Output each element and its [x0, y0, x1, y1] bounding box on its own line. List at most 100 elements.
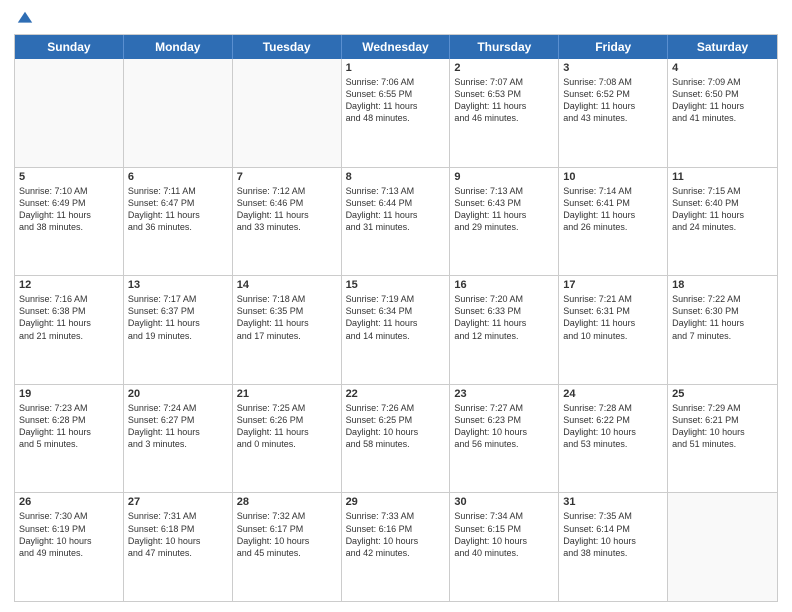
day-info: Sunrise: 7:22 AM Sunset: 6:30 PM Dayligh… — [672, 293, 773, 342]
day-info: Sunrise: 7:26 AM Sunset: 6:25 PM Dayligh… — [346, 402, 446, 451]
day-info: Sunrise: 7:33 AM Sunset: 6:16 PM Dayligh… — [346, 510, 446, 559]
day-number: 14 — [237, 279, 337, 291]
day-info: Sunrise: 7:14 AM Sunset: 6:41 PM Dayligh… — [563, 185, 663, 234]
weekday-header-thursday: Thursday — [450, 35, 559, 59]
day-info: Sunrise: 7:15 AM Sunset: 6:40 PM Dayligh… — [672, 185, 773, 234]
day-number: 2 — [454, 62, 554, 74]
day-number: 18 — [672, 279, 773, 291]
calendar-row-2: 12 Sunrise: 7:16 AM Sunset: 6:38 PM Dayli… — [15, 275, 777, 384]
day-number: 26 — [19, 496, 119, 508]
calendar-cell: 24 Sunrise: 7:28 AM Sunset: 6:22 PM Dayli… — [559, 385, 668, 493]
day-info: Sunrise: 7:09 AM Sunset: 6:50 PM Dayligh… — [672, 76, 773, 125]
calendar-cell: 30 Sunrise: 7:34 AM Sunset: 6:15 PM Dayli… — [450, 493, 559, 601]
day-info: Sunrise: 7:06 AM Sunset: 6:55 PM Dayligh… — [346, 76, 446, 125]
weekday-header-saturday: Saturday — [668, 35, 777, 59]
calendar-row-4: 26 Sunrise: 7:30 AM Sunset: 6:19 PM Dayli… — [15, 492, 777, 601]
day-info: Sunrise: 7:31 AM Sunset: 6:18 PM Dayligh… — [128, 510, 228, 559]
day-number: 10 — [563, 171, 663, 183]
day-info: Sunrise: 7:35 AM Sunset: 6:14 PM Dayligh… — [563, 510, 663, 559]
day-info: Sunrise: 7:13 AM Sunset: 6:43 PM Dayligh… — [454, 185, 554, 234]
calendar-cell — [124, 59, 233, 167]
calendar-cell: 1Sunrise: 7:06 AM Sunset: 6:55 PM Daylig… — [342, 59, 451, 167]
weekday-header-sunday: Sunday — [15, 35, 124, 59]
calendar-cell: 6 Sunrise: 7:11 AM Sunset: 6:47 PM Daylig… — [124, 168, 233, 276]
calendar-cell — [15, 59, 124, 167]
day-info: Sunrise: 7:32 AM Sunset: 6:17 PM Dayligh… — [237, 510, 337, 559]
day-info: Sunrise: 7:13 AM Sunset: 6:44 PM Dayligh… — [346, 185, 446, 234]
calendar-cell: 4 Sunrise: 7:09 AM Sunset: 6:50 PM Daylig… — [668, 59, 777, 167]
calendar-cell: 13 Sunrise: 7:17 AM Sunset: 6:37 PM Dayli… — [124, 276, 233, 384]
calendar-row-3: 19Sunrise: 7:23 AM Sunset: 6:28 PM Dayli… — [15, 384, 777, 493]
day-number: 20 — [128, 388, 228, 400]
day-number: 22 — [346, 388, 446, 400]
weekday-header-monday: Monday — [124, 35, 233, 59]
calendar-cell: 16Sunrise: 7:20 AM Sunset: 6:33 PM Dayli… — [450, 276, 559, 384]
day-number: 13 — [128, 279, 228, 291]
calendar-cell: 15 Sunrise: 7:19 AM Sunset: 6:34 PM Dayli… — [342, 276, 451, 384]
day-number: 25 — [672, 388, 773, 400]
calendar: SundayMondayTuesdayWednesdayThursdayFrid… — [14, 34, 778, 602]
day-number: 21 — [237, 388, 337, 400]
calendar-header: SundayMondayTuesdayWednesdayThursdayFrid… — [15, 35, 777, 59]
day-number: 3 — [563, 62, 663, 74]
day-info: Sunrise: 7:11 AM Sunset: 6:47 PM Dayligh… — [128, 185, 228, 234]
day-number: 8 — [346, 171, 446, 183]
day-number: 30 — [454, 496, 554, 508]
calendar-cell: 22 Sunrise: 7:26 AM Sunset: 6:25 PM Dayli… — [342, 385, 451, 493]
calendar-cell: 11Sunrise: 7:15 AM Sunset: 6:40 PM Dayli… — [668, 168, 777, 276]
day-info: Sunrise: 7:24 AM Sunset: 6:27 PM Dayligh… — [128, 402, 228, 451]
calendar-cell: 27 Sunrise: 7:31 AM Sunset: 6:18 PM Dayli… — [124, 493, 233, 601]
calendar-cell: 9Sunrise: 7:13 AM Sunset: 6:43 PM Daylig… — [450, 168, 559, 276]
calendar-cell: 28 Sunrise: 7:32 AM Sunset: 6:17 PM Dayli… — [233, 493, 342, 601]
day-number: 7 — [237, 171, 337, 183]
day-info: Sunrise: 7:25 AM Sunset: 6:26 PM Dayligh… — [237, 402, 337, 451]
day-info: Sunrise: 7:18 AM Sunset: 6:35 PM Dayligh… — [237, 293, 337, 342]
weekday-header-friday: Friday — [559, 35, 668, 59]
weekday-header-tuesday: Tuesday — [233, 35, 342, 59]
day-info: Sunrise: 7:21 AM Sunset: 6:31 PM Dayligh… — [563, 293, 663, 342]
day-number: 5 — [19, 171, 119, 183]
day-info: Sunrise: 7:28 AM Sunset: 6:22 PM Dayligh… — [563, 402, 663, 451]
calendar-cell: 20 Sunrise: 7:24 AM Sunset: 6:27 PM Dayli… — [124, 385, 233, 493]
calendar-cell: 25 Sunrise: 7:29 AM Sunset: 6:21 PM Dayli… — [668, 385, 777, 493]
day-info: Sunrise: 7:12 AM Sunset: 6:46 PM Dayligh… — [237, 185, 337, 234]
day-number: 15 — [346, 279, 446, 291]
calendar-cell: 7 Sunrise: 7:12 AM Sunset: 6:46 PM Daylig… — [233, 168, 342, 276]
day-number: 12 — [19, 279, 119, 291]
day-info: Sunrise: 7:10 AM Sunset: 6:49 PM Dayligh… — [19, 185, 119, 234]
calendar-cell — [668, 493, 777, 601]
calendar-row-1: 5 Sunrise: 7:10 AM Sunset: 6:49 PM Daylig… — [15, 167, 777, 276]
day-info: Sunrise: 7:16 AM Sunset: 6:38 PM Dayligh… — [19, 293, 119, 342]
day-number: 31 — [563, 496, 663, 508]
calendar-cell: 10 Sunrise: 7:14 AM Sunset: 6:41 PM Dayli… — [559, 168, 668, 276]
day-info: Sunrise: 7:29 AM Sunset: 6:21 PM Dayligh… — [672, 402, 773, 451]
calendar-cell: 31 Sunrise: 7:35 AM Sunset: 6:14 PM Dayli… — [559, 493, 668, 601]
day-info: Sunrise: 7:08 AM Sunset: 6:52 PM Dayligh… — [563, 76, 663, 125]
day-number: 16 — [454, 279, 554, 291]
calendar-cell: 21 Sunrise: 7:25 AM Sunset: 6:26 PM Dayli… — [233, 385, 342, 493]
calendar-cell: 29 Sunrise: 7:33 AM Sunset: 6:16 PM Dayli… — [342, 493, 451, 601]
calendar-cell: 5 Sunrise: 7:10 AM Sunset: 6:49 PM Daylig… — [15, 168, 124, 276]
calendar-cell: 26 Sunrise: 7:30 AM Sunset: 6:19 PM Dayli… — [15, 493, 124, 601]
calendar-row-0: 1Sunrise: 7:06 AM Sunset: 6:55 PM Daylig… — [15, 59, 777, 167]
day-number: 29 — [346, 496, 446, 508]
day-number: 24 — [563, 388, 663, 400]
day-info: Sunrise: 7:30 AM Sunset: 6:19 PM Dayligh… — [19, 510, 119, 559]
weekday-header-wednesday: Wednesday — [342, 35, 451, 59]
day-info: Sunrise: 7:17 AM Sunset: 6:37 PM Dayligh… — [128, 293, 228, 342]
day-number: 17 — [563, 279, 663, 291]
day-number: 6 — [128, 171, 228, 183]
calendar-cell: 23Sunrise: 7:27 AM Sunset: 6:23 PM Dayli… — [450, 385, 559, 493]
logo — [14, 10, 34, 28]
day-info: Sunrise: 7:34 AM Sunset: 6:15 PM Dayligh… — [454, 510, 554, 559]
header — [14, 10, 778, 28]
calendar-cell: 12 Sunrise: 7:16 AM Sunset: 6:38 PM Dayli… — [15, 276, 124, 384]
day-info: Sunrise: 7:19 AM Sunset: 6:34 PM Dayligh… — [346, 293, 446, 342]
calendar-cell — [233, 59, 342, 167]
calendar-cell: 17 Sunrise: 7:21 AM Sunset: 6:31 PM Dayli… — [559, 276, 668, 384]
calendar-cell: 19Sunrise: 7:23 AM Sunset: 6:28 PM Dayli… — [15, 385, 124, 493]
page: SundayMondayTuesdayWednesdayThursdayFrid… — [0, 0, 792, 612]
day-number: 4 — [672, 62, 773, 74]
day-number: 28 — [237, 496, 337, 508]
day-number: 27 — [128, 496, 228, 508]
